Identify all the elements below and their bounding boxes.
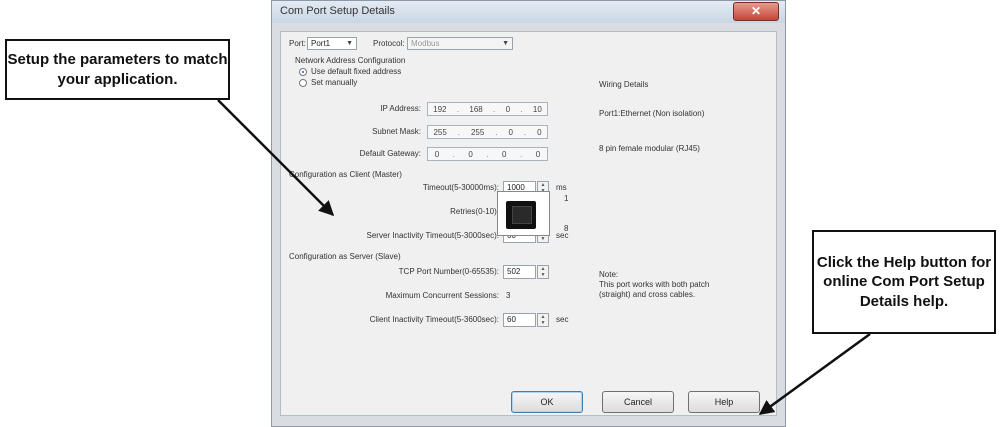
max-sessions-value: 3: [506, 291, 511, 300]
dialog-title: Com Port Setup Details: [280, 5, 395, 17]
gateway-octet-2: 0: [468, 149, 473, 159]
protocol-select-value: Modbus: [411, 39, 440, 48]
subnet-mask-field[interactable]: 255. 255. 0. 0: [427, 125, 548, 139]
client-inactivity-value: 60: [507, 315, 516, 324]
wiring-connector: 8 pin female modular (RJ45): [599, 144, 700, 153]
subnet-octet-3: 0: [508, 127, 513, 137]
port-select[interactable]: Port1 ▼: [307, 37, 357, 50]
gateway-octet-3: 0: [502, 149, 507, 159]
client-inactivity-label: Client Inactivity Timeout(5-3600sec):: [369, 315, 499, 324]
dialog-titlebar[interactable]: Com Port Setup Details ✕: [272, 1, 785, 23]
wiring-port: Port1:Ethernet (Non isolation): [599, 109, 705, 118]
tcp-port-spinner[interactable]: ▲ ▼: [537, 265, 549, 279]
port-select-value: Port1: [311, 39, 331, 48]
ip-address-label: IP Address:: [380, 104, 421, 113]
default-gateway-field[interactable]: 0. 0. 0. 0: [427, 147, 548, 161]
radio-default-label: Use default fixed address: [311, 67, 402, 76]
note-title: Note:: [599, 270, 619, 279]
network-group-label: Network Address Configuration: [295, 56, 406, 65]
chevron-down-icon: ▼: [502, 40, 509, 47]
dialog-body: Port: Port1 ▼ Protocol: Modbus ▼ Network…: [280, 31, 777, 416]
timeout-unit: ms: [556, 183, 567, 192]
gateway-octet-4: 0: [535, 149, 541, 159]
close-icon: ✕: [750, 4, 762, 18]
tcp-port-input[interactable]: 502: [503, 265, 536, 279]
subnet-octet-2: 255: [470, 127, 485, 137]
radio-set-manually[interactable]: [299, 79, 307, 87]
timeout-label: Timeout(5-30000ms):: [422, 183, 499, 192]
callout-setup-text: Setup the parameters to match your appli…: [7, 51, 228, 88]
chevron-down-icon: ▼: [346, 40, 353, 47]
cancel-button[interactable]: Cancel: [602, 391, 674, 413]
protocol-select[interactable]: Modbus ▼: [407, 37, 513, 50]
cancel-button-label: Cancel: [623, 397, 652, 407]
tcp-port-label: TCP Port Number(0-65535):: [398, 267, 499, 276]
retries-label: Retries(0-10):: [450, 207, 499, 216]
client-inactivity-input[interactable]: 60: [503, 313, 536, 327]
client-inactivity-spinner[interactable]: ▲ ▼: [537, 313, 549, 327]
gateway-octet-1: 0: [434, 149, 440, 159]
client-group-label: Configuration as Client (Master): [289, 170, 402, 179]
radio-default-address[interactable]: [299, 68, 307, 76]
radio-manual-label: Set manually: [311, 78, 358, 87]
client-inactivity-unit: sec: [556, 315, 569, 324]
callout-help-text: Click the Help button for online Com Por…: [816, 253, 992, 310]
subnet-octet-1: 255: [433, 127, 447, 137]
ip-octet-2: 168: [469, 104, 483, 114]
note-line-1: This port works with both patch: [599, 280, 710, 289]
ok-button-label: OK: [540, 397, 554, 407]
ip-octet-3: 0: [505, 104, 511, 114]
max-sessions-label: Maximum Concurrent Sessions:: [385, 291, 499, 300]
close-button[interactable]: ✕: [733, 2, 779, 21]
com-port-setup-dialog: Com Port Setup Details ✕ Port: Port1 ▼ P…: [271, 0, 786, 427]
rj45-connector-icon: [497, 191, 550, 236]
subnet-mask-label: Subnet Mask:: [372, 127, 421, 136]
protocol-label: Protocol:: [373, 39, 405, 48]
help-button[interactable]: Help: [688, 391, 760, 413]
pin-8-label: 8: [564, 224, 569, 233]
server-inactivity-label: Server Inactivity Timeout(5-3000sec):: [366, 231, 500, 240]
ip-address-field[interactable]: 192. 168. 0. 10: [427, 102, 548, 116]
port-label: Port:: [289, 39, 306, 48]
pin-1-label: 1: [564, 194, 569, 203]
default-gateway-label: Default Gateway:: [359, 149, 421, 158]
server-group-label: Configuration as Server (Slave): [289, 252, 401, 261]
rj45-socket: [506, 201, 536, 229]
ok-button[interactable]: OK: [511, 391, 583, 413]
subnet-octet-4: 0: [537, 127, 542, 137]
callout-help-button: Click the Help button for online Com Por…: [812, 230, 996, 334]
ip-octet-4: 10: [532, 104, 542, 114]
ip-octet-1: 192: [433, 104, 447, 114]
note-line-2: (straight) and cross cables.: [599, 290, 696, 299]
callout-setup-parameters: Setup the parameters to match your appli…: [5, 39, 230, 100]
tcp-port-value: 502: [507, 267, 521, 276]
help-button-label: Help: [714, 397, 734, 407]
wiring-title: Wiring Details: [599, 80, 649, 89]
